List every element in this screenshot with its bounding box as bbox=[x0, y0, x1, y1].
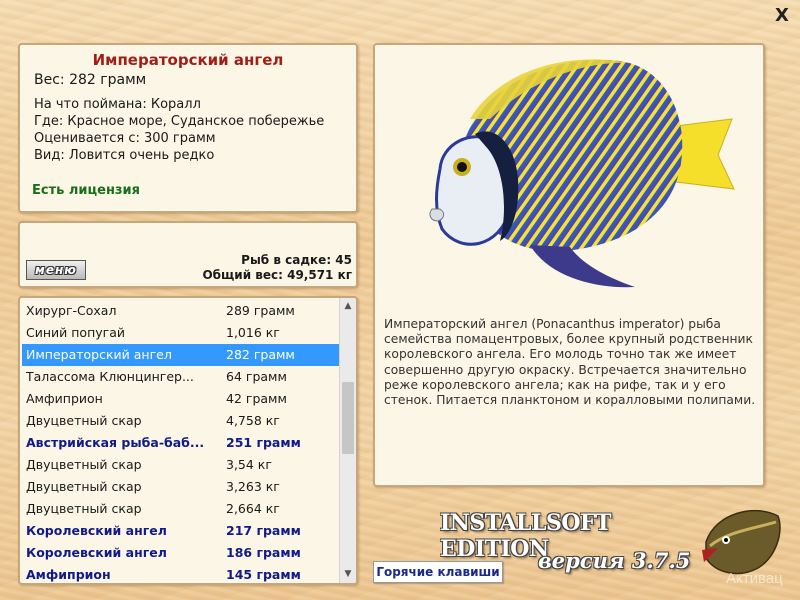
menu-button[interactable]: меню bbox=[26, 260, 86, 280]
fish-description-panel: Императорский ангел (Ponacanthus imperat… bbox=[373, 43, 765, 487]
catch-list-row[interactable]: Императорский ангел 282 грамм bbox=[22, 344, 340, 366]
catch-fish-name: Императорский ангел bbox=[26, 347, 172, 362]
catch-fish-name: Двуцветный скар bbox=[26, 457, 142, 472]
catch-fish-weight: 186 грамм bbox=[226, 545, 301, 560]
catch-fish-name: Хирург-Сохал bbox=[26, 303, 117, 318]
catch-fish-weight: 3,54 кг bbox=[226, 457, 272, 472]
catch-list-row[interactable]: Королевский ангел 186 грамм bbox=[22, 542, 340, 564]
catch-list-row[interactable]: Двуцветный скар 3,263 кг bbox=[22, 476, 340, 498]
catch-list-row[interactable]: Талассома Клюнцингер... 64 грамм bbox=[22, 366, 340, 388]
license-status: Есть лицензия bbox=[32, 183, 140, 198]
catch-list[interactable]: Хирург-Сохал 289 грамм Синий попугай 1,016 … bbox=[22, 300, 340, 583]
catch-list-row[interactable]: Амфиприон 42 грамм bbox=[22, 388, 340, 410]
catch-fish-name: Королевский ангел bbox=[26, 545, 167, 560]
catch-fish-name: Двуцветный скар bbox=[26, 501, 142, 516]
fish-weight: Вес: 282 грамм bbox=[34, 72, 147, 88]
catch-fish-weight: 251 грамм bbox=[226, 435, 301, 450]
catch-list-panel: Хирург-Сохал 289 грамм Синий попугай 1,016 … bbox=[18, 296, 358, 585]
catch-list-row[interactable]: Двуцветный скар 2,664 кг bbox=[22, 498, 340, 520]
catch-fish-weight: 42 грамм bbox=[226, 391, 287, 406]
rarity-text: Вид: Ловится очень редко bbox=[34, 148, 215, 163]
catch-fish-name: Королевский ангел bbox=[26, 523, 167, 538]
valued-from-text: Оценивается с: 300 грамм bbox=[34, 131, 216, 146]
catch-list-row[interactable]: Синий попугай 1,016 кг bbox=[22, 322, 340, 344]
catch-fish-name: Двуцветный скар bbox=[26, 413, 142, 428]
keepnet-status-panel: меню Рыб в садке: 45 Общий вес: 49,571 к… bbox=[18, 221, 358, 288]
catch-fish-weight: 145 грамм bbox=[226, 567, 301, 582]
activation-watermark: Активац bbox=[726, 570, 783, 587]
fish-count: Рыб в садке: 45 bbox=[241, 253, 352, 267]
version-text: версия 3.7.5 bbox=[538, 548, 691, 573]
fish-info-panel: Императорский ангел Вес: 282 грамм На чт… bbox=[18, 43, 358, 213]
catch-fish-weight: 3,263 кг bbox=[226, 479, 280, 494]
catch-list-row[interactable]: Двуцветный скар 3,54 кг bbox=[22, 454, 340, 476]
fish-description-text: Императорский ангел (Ponacanthus imperat… bbox=[384, 317, 756, 408]
catch-fish-name: Амфиприон bbox=[26, 567, 111, 582]
hotkeys-button[interactable]: Горячие клавиши bbox=[373, 561, 503, 583]
catch-fish-weight: 2,664 кг bbox=[226, 501, 280, 516]
emperor-angelfish-image bbox=[429, 59, 735, 288]
catch-list-row[interactable]: Королевский ангел 217 грамм bbox=[22, 520, 340, 542]
catch-fish-weight: 64 грамм bbox=[226, 369, 287, 384]
catch-fish-weight: 4,758 кг bbox=[226, 413, 280, 428]
catch-fish-weight: 289 грамм bbox=[226, 303, 295, 318]
total-weight: Общий вес: 49,571 кг bbox=[202, 268, 352, 282]
catch-fish-name: Австрийская рыба-баб... bbox=[26, 435, 205, 450]
catch-fish-name: Двуцветный скар bbox=[26, 479, 142, 494]
pike-fish-logo-icon bbox=[702, 509, 781, 575]
catch-list-row[interactable]: Амфиприон 145 грамм bbox=[22, 564, 340, 583]
fish-details: На что поймана: Коралл Где: Красное море… bbox=[34, 96, 324, 164]
catch-fish-weight: 217 грамм bbox=[226, 523, 301, 538]
list-scrollbar[interactable]: ▲ ▼ bbox=[339, 298, 356, 583]
keepnet-stats: Рыб в садке: 45 Общий вес: 49,571 кг bbox=[202, 253, 352, 283]
catch-fish-weight: 282 грамм bbox=[226, 347, 295, 362]
catch-fish-name: Амфиприон bbox=[26, 391, 103, 406]
catch-list-row[interactable]: Австрийская рыба-баб... 251 грамм bbox=[22, 432, 340, 454]
scroll-down-arrow-icon[interactable]: ▼ bbox=[340, 566, 356, 583]
catch-fish-name: Синий попугай bbox=[26, 325, 125, 340]
close-button[interactable]: X bbox=[772, 6, 792, 26]
caught-on-text: На что поймана: Коралл bbox=[34, 97, 201, 112]
catch-list-row[interactable]: Хирург-Сохал 289 грамм bbox=[22, 300, 340, 322]
fish-name-title: Императорский ангел bbox=[92, 51, 284, 69]
location-text: Где: Красное море, Суданское побережье bbox=[34, 114, 325, 129]
catch-list-row[interactable]: Двуцветный скар 4,758 кг bbox=[22, 410, 340, 432]
scrollbar-thumb[interactable] bbox=[342, 382, 354, 454]
scroll-up-arrow-icon[interactable]: ▲ bbox=[340, 298, 356, 315]
catch-fish-weight: 1,016 кг bbox=[226, 325, 280, 340]
catch-fish-name: Талассома Клюнцингер... bbox=[26, 369, 194, 384]
